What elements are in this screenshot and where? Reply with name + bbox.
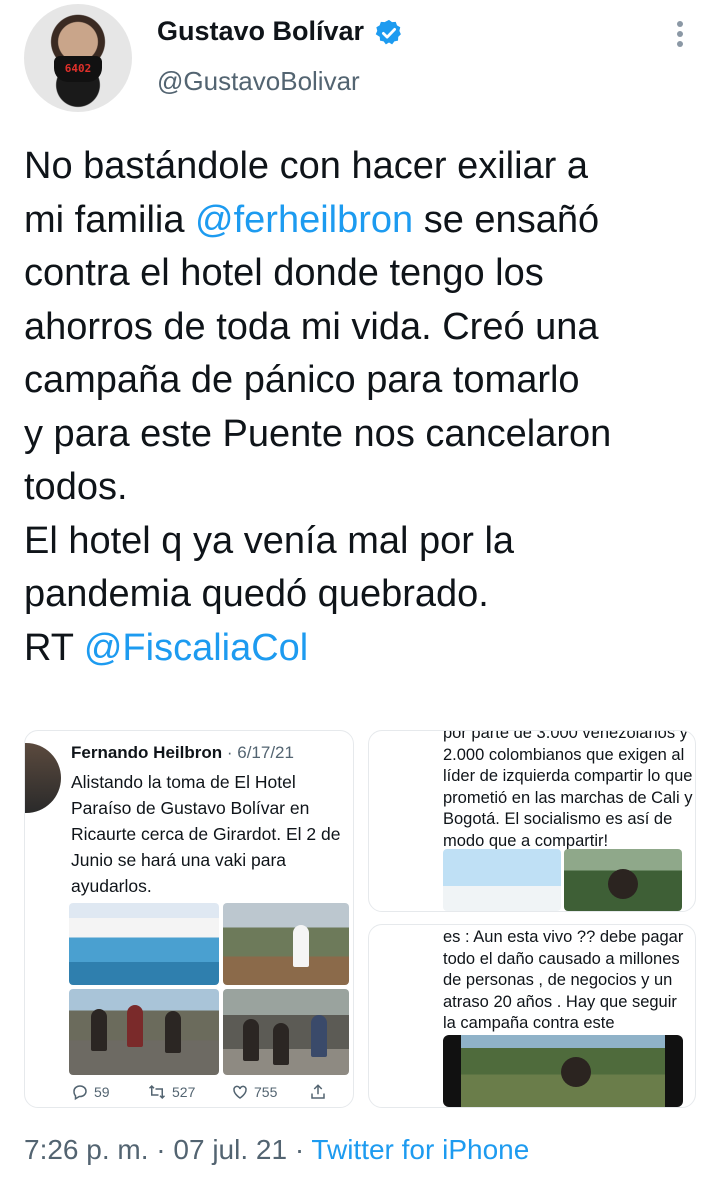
- embedded-screenshot-2[interactable]: por parte de 3.000 venezolanos y 2.000 c…: [368, 730, 696, 912]
- tweet-source[interactable]: Twitter for iPhone: [311, 1134, 529, 1165]
- hotel-pool-photo: [69, 903, 219, 985]
- tweet-text: No bastándole con hacer exiliar a mi fam…: [24, 140, 714, 675]
- tweet-metadata: 7:26 p. m. · 07 jul. 21 · Twitter for iP…: [24, 1134, 529, 1166]
- mention-link[interactable]: @ferheilbron: [195, 199, 413, 241]
- retweet-action[interactable]: 527: [147, 1083, 195, 1101]
- share-action[interactable]: [309, 1083, 327, 1101]
- share-icon: [311, 1084, 325, 1099]
- group-sitting-photo: [223, 989, 349, 1075]
- like-count: 755: [254, 1084, 278, 1100]
- embedded-tweet-date: · 6/17/21: [226, 743, 294, 762]
- embedded-author-name: Fernando Heilbron: [71, 743, 223, 762]
- embedded-photo-grid: [69, 903, 349, 1075]
- embedded-author-avatar: [25, 743, 61, 813]
- more-options-icon[interactable]: [668, 18, 692, 50]
- embedded-screenshot-1[interactable]: Fernando Heilbron · 6/17/21 Alistando la…: [24, 730, 354, 1108]
- reply-count: 59: [94, 1084, 110, 1100]
- author-name[interactable]: Gustavo Bolívar: [157, 16, 364, 47]
- like-action[interactable]: 755: [231, 1083, 277, 1101]
- author-avatar[interactable]: 6402: [24, 4, 132, 112]
- embedded-tweet-actions: 59 527 755: [71, 1083, 351, 1107]
- video-thumbnail[interactable]: [443, 1035, 683, 1107]
- embedded-tweet-header: Fernando Heilbron · 6/17/21: [71, 743, 294, 763]
- embedded-screenshot-3[interactable]: es : Aun esta vivo ?? debe pagar todo el…: [368, 924, 696, 1108]
- reply-icon: [73, 1085, 87, 1101]
- walkers-photo: [69, 989, 219, 1075]
- tweet-timestamp[interactable]: 7:26 p. m. · 07 jul. 21 ·: [24, 1134, 311, 1165]
- hotel-landscape-photo: [461, 1035, 665, 1107]
- person-terrace-photo: [223, 903, 349, 985]
- mention-link[interactable]: @FiscaliaCol: [84, 627, 308, 669]
- verified-badge-icon: [375, 19, 401, 45]
- embedded-tweet-text: por parte de 3.000 venezolanos y 2.000 c…: [443, 730, 693, 850]
- avatar-mask-text: 6402: [54, 56, 102, 82]
- hotel-building-photo: [443, 849, 561, 911]
- embedded-tweet-text: Alistando la toma de El Hotel Paraíso de…: [71, 772, 341, 896]
- reply-action[interactable]: 59: [71, 1083, 110, 1101]
- retweet-icon: [148, 1084, 166, 1100]
- person-hotel-photo: [564, 849, 682, 911]
- tweet-text-part: se ensañó contra el hotel donde tengo lo…: [24, 198, 612, 669]
- author-handle[interactable]: @GustavoBolivar: [157, 66, 360, 97]
- retweet-count: 527: [172, 1084, 196, 1100]
- like-icon: [233, 1085, 247, 1099]
